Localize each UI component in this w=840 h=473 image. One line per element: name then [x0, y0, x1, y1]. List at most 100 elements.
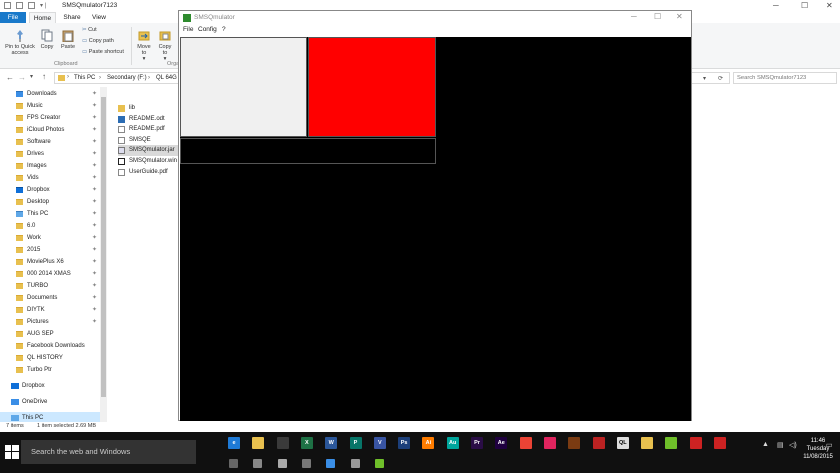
app-icon[interactable] — [592, 437, 605, 449]
copy-button[interactable]: Copy — [38, 29, 56, 50]
quick-access-dropdown-icon[interactable]: ▾ | — [40, 2, 46, 9]
smsq-emulator-screen[interactable] — [180, 37, 691, 421]
notifications-icon[interactable]: ▭ — [826, 441, 833, 449]
tab-file[interactable]: File — [0, 12, 26, 23]
explorer-icon[interactable] — [252, 437, 265, 449]
sidebar-item[interactable]: DIYTK ✦ — [0, 304, 100, 316]
close-icon[interactable]: ✕ — [826, 1, 833, 10]
sidebar-item[interactable]: Dropbox ✦ — [0, 184, 100, 196]
sidebar-item[interactable]: Images ✦ — [0, 160, 100, 172]
sidebar-root-item[interactable]: OneDrive — [0, 396, 100, 408]
properties-icon[interactable] — [16, 2, 23, 9]
smsq-white-pane[interactable] — [180, 37, 307, 137]
back-arrow-icon[interactable]: ← — [6, 73, 14, 82]
copy-path-button[interactable]: ▭ Copy path — [82, 38, 114, 44]
app-icon[interactable] — [374, 459, 384, 468]
menu-config[interactable]: Config — [198, 26, 217, 33]
sidebar-item[interactable]: AUG SEP — [0, 328, 100, 340]
app-icon[interactable] — [253, 459, 263, 468]
nav-scrollbar-thumb[interactable] — [101, 97, 106, 397]
ql-icon[interactable]: QL — [616, 437, 629, 449]
app-icon[interactable] — [689, 437, 702, 449]
tab-share[interactable]: Share — [60, 12, 84, 23]
sidebar-item[interactable]: MoviePlus X6 ✦ — [0, 256, 100, 268]
photoshop-icon[interactable]: Ps — [398, 437, 411, 449]
sidebar-item[interactable]: Desktop ✦ — [0, 196, 100, 208]
tab-home[interactable]: Home — [29, 12, 56, 23]
network-icon[interactable]: ▤ — [777, 441, 784, 449]
refresh-icon[interactable]: ⟳ — [718, 75, 723, 82]
tab-view[interactable]: View — [88, 12, 110, 23]
sidebar-item[interactable]: Software ✦ — [0, 136, 100, 148]
sidebar-item[interactable]: Music ✦ — [0, 100, 100, 112]
address-dropdown-icon[interactable]: ▾ — [703, 75, 706, 82]
menu-help[interactable]: ? — [222, 26, 226, 33]
move-to-button[interactable]: Move to ▾ — [135, 29, 153, 62]
premiere-icon[interactable]: Pr — [471, 437, 483, 449]
publisher-icon[interactable]: P — [349, 437, 362, 449]
visio-icon[interactable]: V — [373, 437, 386, 449]
app-icon[interactable] — [326, 459, 336, 468]
chrome-icon[interactable] — [519, 437, 532, 449]
breadcrumb-item[interactable]: QL 64G — [156, 75, 177, 81]
volume-icon[interactable]: ◁) — [789, 441, 797, 449]
forward-arrow-icon[interactable]: → — [18, 73, 26, 82]
sidebar-item[interactable]: Turbo Ptr — [0, 364, 100, 376]
up-arrow-icon[interactable]: ↑ — [42, 72, 46, 81]
audition-icon[interactable]: Au — [446, 437, 459, 449]
aftereffects-icon[interactable]: Ae — [495, 437, 508, 449]
sidebar-item[interactable]: Vids ✦ — [0, 172, 100, 184]
minimize-icon[interactable]: ─ — [631, 12, 637, 21]
sidebar-item[interactable]: Facebook Downloads — [0, 340, 100, 352]
recent-locations-icon[interactable]: ▾ — [30, 73, 33, 80]
maximize-icon[interactable]: ☐ — [801, 1, 808, 10]
sidebar-item[interactable]: 000 2014 XMAS ✦ — [0, 268, 100, 280]
pin-quick-access-button[interactable]: Pin to Quick access — [2, 29, 38, 56]
taskbar-search-box[interactable]: Search the web and Windows — [21, 440, 196, 464]
excel-icon[interactable]: X — [300, 437, 313, 449]
file-item[interactable]: SMSQmulator.jar — [118, 145, 180, 157]
smsq-black-strip[interactable] — [180, 138, 436, 164]
word-icon[interactable]: W — [325, 437, 338, 449]
search-input[interactable]: Search SMSQmulator7123 — [733, 72, 837, 84]
app-icon[interactable] — [665, 437, 678, 449]
sidebar-item[interactable]: This PC ✦ — [0, 208, 100, 220]
copy-to-button[interactable]: Copy to ▾ — [156, 29, 174, 62]
nav-scrollbar[interactable] — [100, 87, 107, 422]
sidebar-item[interactable]: Drives ✦ — [0, 148, 100, 160]
sidebar-item[interactable]: TURBO ✦ — [0, 280, 100, 292]
sidebar-item[interactable]: 6.0 ✦ — [0, 220, 100, 232]
cut-button[interactable]: ✂ Cut — [82, 27, 97, 33]
app-icon[interactable] — [277, 459, 287, 468]
app-icon[interactable] — [229, 459, 238, 468]
app-icon[interactable] — [714, 437, 726, 449]
close-icon[interactable]: ✕ — [676, 12, 683, 21]
tray-icon[interactable]: ▲ — [762, 441, 769, 448]
sidebar-item[interactable]: Pictures ✦ — [0, 316, 100, 328]
breadcrumb-item[interactable]: Secondary (F:) — [107, 75, 147, 81]
store-icon[interactable] — [276, 437, 289, 449]
sidebar-item[interactable]: iCloud Photos ✦ — [0, 124, 100, 136]
app-icon[interactable] — [568, 437, 581, 449]
app-icon[interactable] — [301, 459, 311, 468]
sidebar-item[interactable]: Documents ✦ — [0, 292, 100, 304]
breadcrumb-item[interactable]: This PC — [74, 75, 95, 81]
edge-icon[interactable]: e — [228, 437, 240, 449]
sidebar-root-item[interactable]: Dropbox — [0, 380, 100, 392]
paste-shortcut-button[interactable]: ▭ Paste shortcut — [82, 49, 124, 55]
paste-button[interactable]: Paste — [58, 29, 78, 50]
sidebar-item[interactable]: Work ✦ — [0, 232, 100, 244]
maximize-icon[interactable]: ☐ — [654, 12, 661, 21]
illustrator-icon[interactable]: Ai — [422, 437, 435, 449]
sidebar-item[interactable]: Downloads ✦ — [0, 88, 100, 100]
itunes-icon[interactable] — [543, 437, 556, 449]
menu-file[interactable]: File — [183, 26, 193, 33]
smsq-red-pane[interactable] — [308, 37, 436, 137]
windows-start-icon[interactable] — [5, 445, 19, 459]
new-folder-icon[interactable] — [28, 2, 35, 9]
app-icon[interactable] — [641, 437, 654, 449]
app-icon[interactable] — [350, 459, 360, 468]
sidebar-item[interactable]: FPS Creator ✦ — [0, 112, 100, 124]
sidebar-item[interactable]: 2015 ✦ — [0, 244, 100, 256]
minimize-icon[interactable]: ─ — [773, 1, 779, 10]
